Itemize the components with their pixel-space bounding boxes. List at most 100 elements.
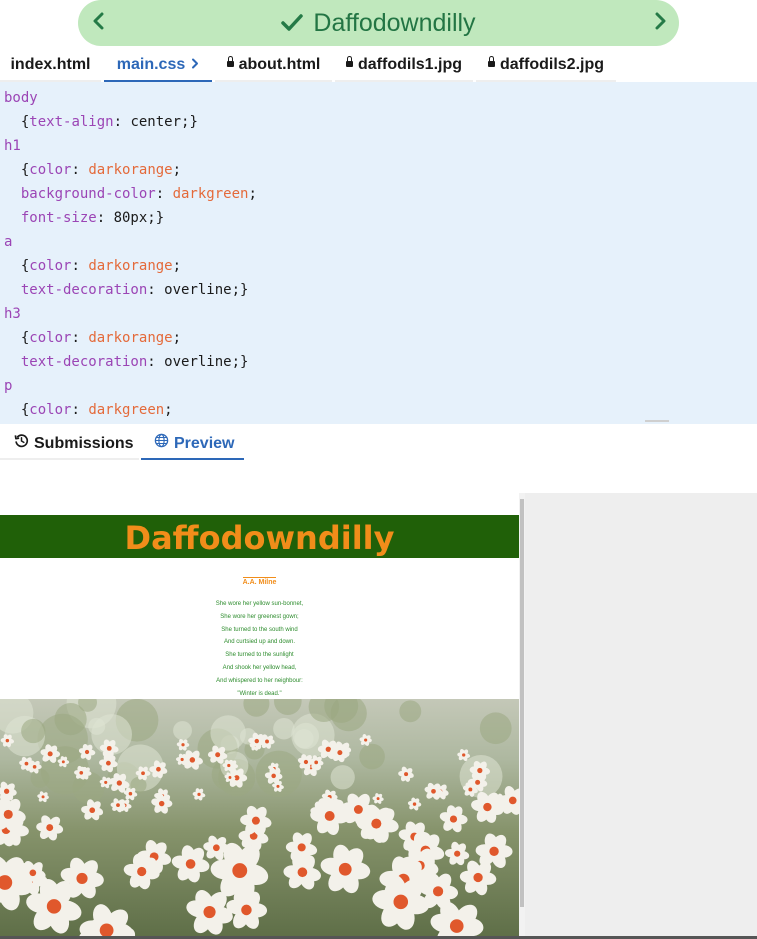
lock-icon [346,55,353,67]
code-token: { [4,114,30,130]
background-blob [359,743,385,770]
daffodil-flower [283,854,321,890]
code-token: font-size [20,210,97,226]
code-token: color [29,402,72,418]
editor-resize-handle[interactable] [645,420,669,422]
preview-frame[interactable]: Daffodowndilly A.A. Milne She wore her y… [0,493,519,939]
code-token: darkorange [88,330,173,346]
lock-icon [226,55,234,67]
code-line: {text-align: center;} [4,110,198,134]
code-editor[interactable]: body {text-align: center;} h1 {color: dar… [0,82,757,424]
project-title: Daffodowndilly [313,9,476,37]
background-blob [479,712,512,745]
tab-main-css[interactable]: main.css [104,46,212,82]
tab-daffodils1-jpg[interactable]: daffodils1.jpg [335,46,473,82]
background-blob [399,700,422,723]
daffodil-flower [192,788,206,801]
preview-poem: She wore her yellow sun-bonnet, She wore… [0,598,519,700]
code-token: ; [248,186,257,202]
code-line: a [4,230,12,254]
daffodil-flower [372,793,384,804]
tab-label: about.html [238,56,321,73]
poem-line: And shook her yellow head, [222,664,297,671]
background-blob [294,729,314,749]
preview-heading: Daffodowndilly [0,515,519,558]
tab-label: index.html [10,56,91,73]
code-line: p [4,374,12,398]
check-icon [281,6,304,42]
poem-line: She turned to the sunlight [225,652,294,659]
code-token: body [4,90,38,106]
code-token: : [71,402,89,418]
code-token: h1 [4,138,21,154]
code-token: : [155,186,173,202]
code-token: ; [172,162,182,178]
code-line: h1 [4,134,21,158]
code-line: {color: darkgreen; [4,398,173,422]
code-token: : overline;} [147,282,249,298]
chevron-right-icon[interactable] [647,10,673,36]
daffodil-flower [398,766,414,782]
daffodil-flower [171,845,210,883]
tab-index-html[interactable]: index.html [0,46,101,82]
code-token: : [71,162,89,178]
poem-line: She turned to the south wind [221,626,298,633]
code-token: : [71,258,89,274]
poem-line: She wore her yellow sun-bonnet, [215,601,304,607]
preview-area: Daffodowndilly A.A. Milne She wore her y… [0,493,757,939]
code-token: : center;} [113,114,198,130]
code-token: color [29,258,72,274]
daffodil-flower [430,901,484,939]
submissions-label: Submissions [34,435,134,453]
code-token: : [71,330,89,346]
code-token: text-align [29,114,114,130]
daffodils-photo [0,699,519,939]
code-line: background-color: darkgreen; [4,182,257,206]
tab-preview[interactable]: Preview [141,425,244,460]
code-token: darkorange [88,162,173,178]
code-token: ; [164,402,173,418]
tab-daffodils2-jpg[interactable]: daffodils2.jpg [476,46,616,82]
daffodil-flower [424,782,443,800]
code-token: text-decoration [20,354,148,370]
code-token: : overline;} [147,354,249,370]
code-token: ; [172,330,182,346]
code-line: text-decoration: overline;} [4,278,249,302]
tab-submissions[interactable]: Submissions [0,425,139,460]
scrollbar-thumb[interactable] [520,499,524,907]
code-token: text-decoration [20,282,148,298]
code-line: {color: darkorange; [4,254,181,278]
code-line: font-size: 80px;} [4,206,164,230]
tab-about-html[interactable]: about.html [215,46,332,82]
background-blob [273,699,302,715]
background-blob [330,765,355,790]
chevron-right-icon [191,46,199,84]
code-token: darkgreen [172,186,249,202]
background-blob [173,721,192,740]
daffodils-image [0,699,519,939]
code-token: ; [172,258,182,274]
daffodil-flower [459,860,497,896]
daffodil-flower [407,797,422,811]
file-tabs: index.html main.css about.html daffodils… [0,46,757,82]
daffodil-flower [439,805,468,833]
tab-label: main.css [116,56,186,73]
preview-label: Preview [174,435,235,453]
code-token: { [4,258,30,274]
code-token: darkgreen [88,402,165,418]
poem-line: She wore her greenest gown; [220,613,299,620]
code-token: { [4,330,30,346]
daffodil-flower [176,738,190,751]
code-line: body [4,86,38,110]
code-token: darkorange [88,258,173,274]
preview-author-link[interactable]: A.A. Milne [0,577,519,586]
tab-label: daffodils1.jpg [358,56,462,73]
code-line: h3 [4,302,21,326]
code-line: {color: darkorange; [4,326,181,350]
preview-scrollbar[interactable] [519,493,525,939]
code-token: background-color [20,186,156,202]
code-line: {color: darkorange; [4,158,181,182]
poem-line: And whispered to her neighbour: [216,677,303,684]
